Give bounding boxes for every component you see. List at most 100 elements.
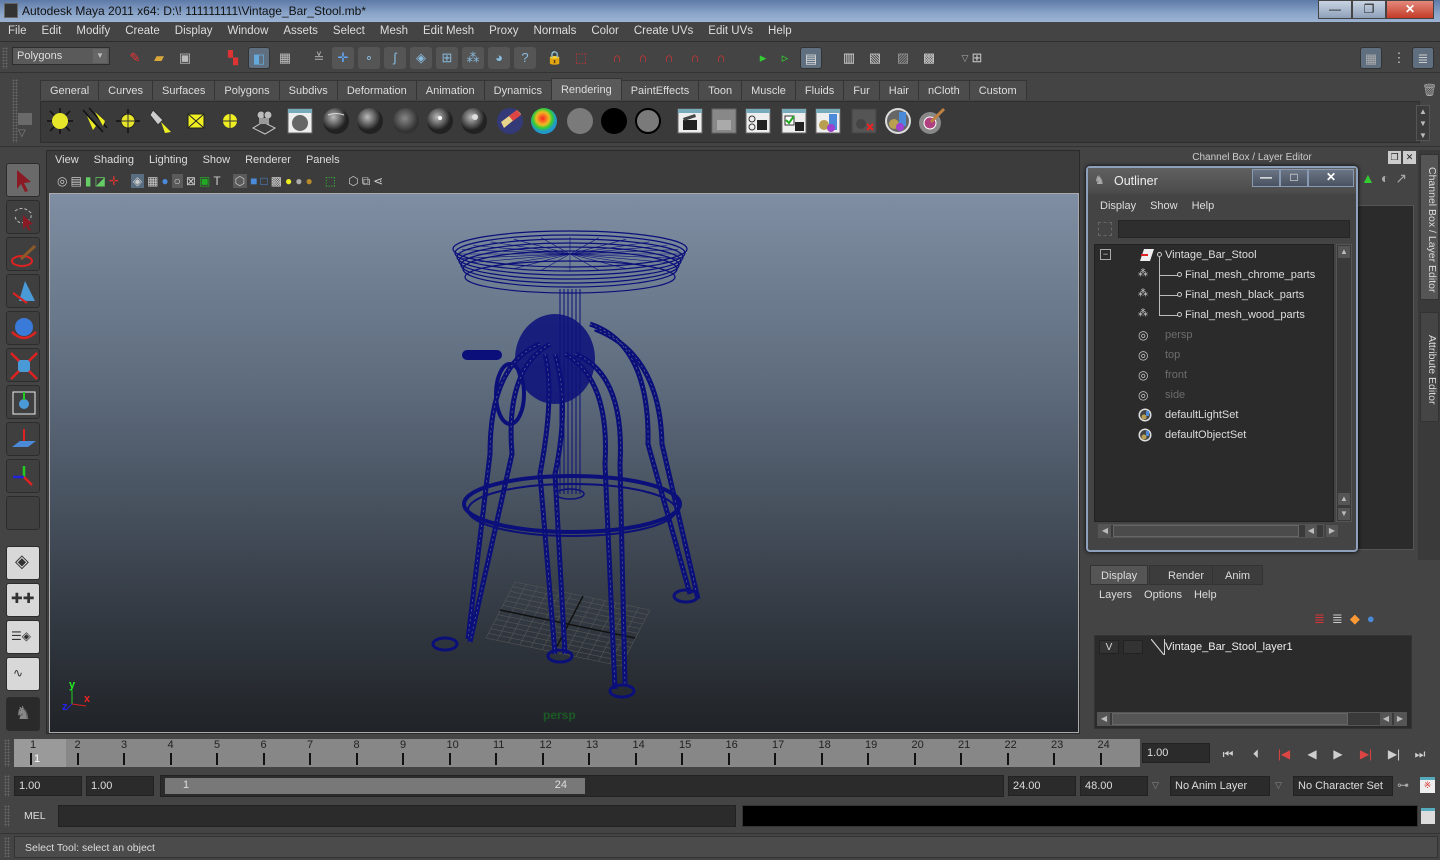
current-time-field[interactable]: 1.00 — [1142, 743, 1210, 763]
phonge-material-icon[interactable] — [459, 106, 489, 136]
scroll-left-arrow-icon[interactable]: ◀ — [1099, 525, 1111, 537]
menu-help[interactable]: Help — [760, 22, 799, 37]
play-backwards-button[interactable]: ◀ — [1302, 747, 1322, 765]
create-layer-from-selected-icon[interactable]: ● — [1367, 611, 1382, 626]
animation-preferences-icon[interactable]: ※ — [1420, 777, 1435, 793]
phong-material-icon[interactable] — [425, 106, 455, 136]
play-forwards-button[interactable]: ▶ — [1328, 747, 1348, 765]
layer-horizontal-scrollbar[interactable]: ◀ ◀ ▶ — [1097, 712, 1407, 726]
scroll-right-arrow-icon[interactable]: ▶ — [1326, 525, 1338, 537]
step-back-frame-button[interactable]: ⏴ — [1246, 747, 1266, 765]
outliner-item[interactable]: ⁂ Final_mesh_black_parts — [1095, 285, 1335, 305]
shading-map-icon[interactable] — [565, 106, 595, 136]
layer-menu-options[interactable]: Options — [1137, 589, 1187, 601]
shelf-tab-ncloth[interactable]: nCloth — [917, 80, 970, 100]
gate-mask-icon[interactable]: ○ — [171, 174, 183, 188]
lambert-material-icon[interactable] — [391, 106, 421, 136]
scroll-up-arrow-icon[interactable]: ▲ — [1338, 493, 1350, 505]
select-misc-icon[interactable]: ? — [514, 47, 536, 69]
blinn-material-icon[interactable] — [355, 106, 385, 136]
render-view-window-icon[interactable]: ▥ — [838, 47, 860, 69]
menu-normals[interactable]: Normals — [526, 22, 584, 37]
lasso-tool-button[interactable] — [6, 200, 40, 234]
mask-menu-icon[interactable]: ≚ — [308, 47, 330, 69]
xray-icon[interactable]: ⬡ — [348, 174, 358, 188]
outliner-item[interactable]: defaultLightSet — [1095, 405, 1335, 425]
menu-modify[interactable]: Modify — [68, 22, 117, 37]
render-settings-icon[interactable]: ▩ — [918, 47, 940, 69]
menu-mesh[interactable]: Mesh — [372, 22, 415, 37]
animation-end-field[interactable]: 48.00 — [1080, 776, 1148, 796]
safe-action-icon[interactable]: ▣ — [199, 174, 210, 188]
playback-end-field[interactable]: 24.00 — [1008, 776, 1076, 796]
ambient-light-icon[interactable] — [45, 106, 75, 136]
select-handles-icon[interactable]: ✛ — [332, 47, 354, 69]
shelf-tab-hair[interactable]: Hair — [878, 80, 919, 100]
new-scene-icon[interactable]: ✎ — [124, 47, 146, 69]
attribute-editor-toggle-icon[interactable]: ▦ — [1360, 47, 1382, 69]
viewport-menu-show[interactable]: Show — [195, 151, 238, 166]
maya-logo-button[interactable]: ♞ — [6, 697, 40, 731]
range-slider-grip[interactable] — [4, 775, 10, 797]
ipr-render-icon[interactable]: ▨ — [892, 47, 914, 69]
safe-title-icon[interactable]: T — [213, 174, 220, 188]
anim-layer-dropdown-icon[interactable]: ▽ — [1152, 780, 1159, 791]
go-to-end-button[interactable]: ⏭ — [1410, 747, 1430, 765]
output-ops-icon[interactable]: ▹ — [774, 47, 796, 69]
shelf-tab-dynamics[interactable]: Dynamics — [483, 80, 552, 100]
show-manipulator-button[interactable] — [6, 459, 40, 493]
shelf-tab-deformation[interactable]: Deformation — [336, 80, 417, 100]
menu-set-dropdown[interactable]: Polygons ▼ — [12, 47, 110, 65]
menu-color[interactable]: Color — [583, 22, 625, 37]
layer-menu-layers[interactable]: Layers — [1092, 589, 1137, 601]
layer-name[interactable]: Vintage_Bar_Stool_layer1 — [1165, 641, 1293, 653]
lock-selection-icon[interactable]: 🔒 — [544, 47, 566, 69]
tool-settings-toggle-icon[interactable]: ⋮ — [1388, 47, 1410, 69]
restore-button[interactable]: ❐ — [1352, 0, 1386, 19]
assign-material-icon[interactable] — [883, 106, 913, 136]
outliner-menu-display[interactable]: Display — [1092, 198, 1142, 212]
make-live-icon[interactable]: ∩ — [710, 47, 732, 69]
last-tool-button[interactable] — [6, 496, 40, 530]
menu-edit-uvs[interactable]: Edit UVs — [700, 22, 760, 37]
float-panel-icon[interactable]: ❐ — [1388, 151, 1401, 164]
four-view-layout-button[interactable]: ✚✚ — [6, 583, 40, 617]
script-editor-icon[interactable] — [1421, 808, 1435, 824]
menu-edit[interactable]: Edit — [34, 22, 69, 37]
shelf-tab-custom[interactable]: Custom — [968, 80, 1027, 100]
move-layer-up-icon[interactable]: ≣ — [1314, 611, 1332, 626]
volume-light-icon[interactable] — [215, 106, 245, 136]
outliner-minimize-button[interactable]: — — [1252, 169, 1280, 187]
remove-material-icon[interactable] — [849, 106, 879, 136]
select-deformations-icon[interactable]: ⊞ — [436, 47, 458, 69]
hypershade-icon[interactable] — [285, 106, 315, 136]
field-chart-icon[interactable]: ⊠ — [186, 174, 196, 188]
outliner-filter-input[interactable] — [1118, 220, 1350, 238]
save-scene-icon[interactable]: ▣ — [174, 47, 196, 69]
help-line-grip[interactable] — [4, 837, 10, 857]
playback-start-field[interactable]: 1.00 — [86, 776, 154, 796]
textured-icon[interactable]: ▩ — [271, 174, 282, 188]
layered-shader-icon[interactable] — [495, 106, 525, 136]
playback-range-bar[interactable]: 1 24 — [160, 775, 1004, 797]
select-by-component-icon[interactable]: ▦ — [274, 47, 296, 69]
menu-assets[interactable]: Assets — [275, 22, 325, 37]
camera-icon[interactable] — [249, 106, 279, 136]
snap-to-curve-icon[interactable]: ∩ — [632, 47, 654, 69]
close-button[interactable]: ✕ — [1386, 0, 1434, 19]
shelf-tab-polygons[interactable]: Polygons — [214, 80, 280, 100]
shadows-icon[interactable]: ● — [295, 174, 302, 188]
outliner-item[interactable]: − Vintage_Bar_Stool — [1095, 245, 1335, 265]
outliner-title-bar[interactable]: ♞ Outliner — □ ✕ — [1088, 168, 1356, 194]
shelf-tab-animation[interactable]: Animation — [415, 80, 485, 100]
menu-select[interactable]: Select — [325, 22, 372, 37]
channel-box-toggle-icon[interactable]: ≣ — [1412, 47, 1434, 69]
outliner-item[interactable]: ⁂ Final_mesh_chrome_parts — [1095, 265, 1335, 285]
menu-create[interactable]: Create — [117, 22, 167, 37]
shelf-tab-menu-icon[interactable] — [18, 113, 32, 125]
open-scene-icon[interactable]: ▰ — [148, 47, 170, 69]
character-set-dropdown[interactable]: No Character Set — [1293, 776, 1393, 796]
render-view-icon[interactable] — [813, 106, 843, 136]
input-ops-icon[interactable]: ▸ — [752, 47, 774, 69]
close-panel-icon[interactable]: ✕ — [1403, 151, 1416, 164]
